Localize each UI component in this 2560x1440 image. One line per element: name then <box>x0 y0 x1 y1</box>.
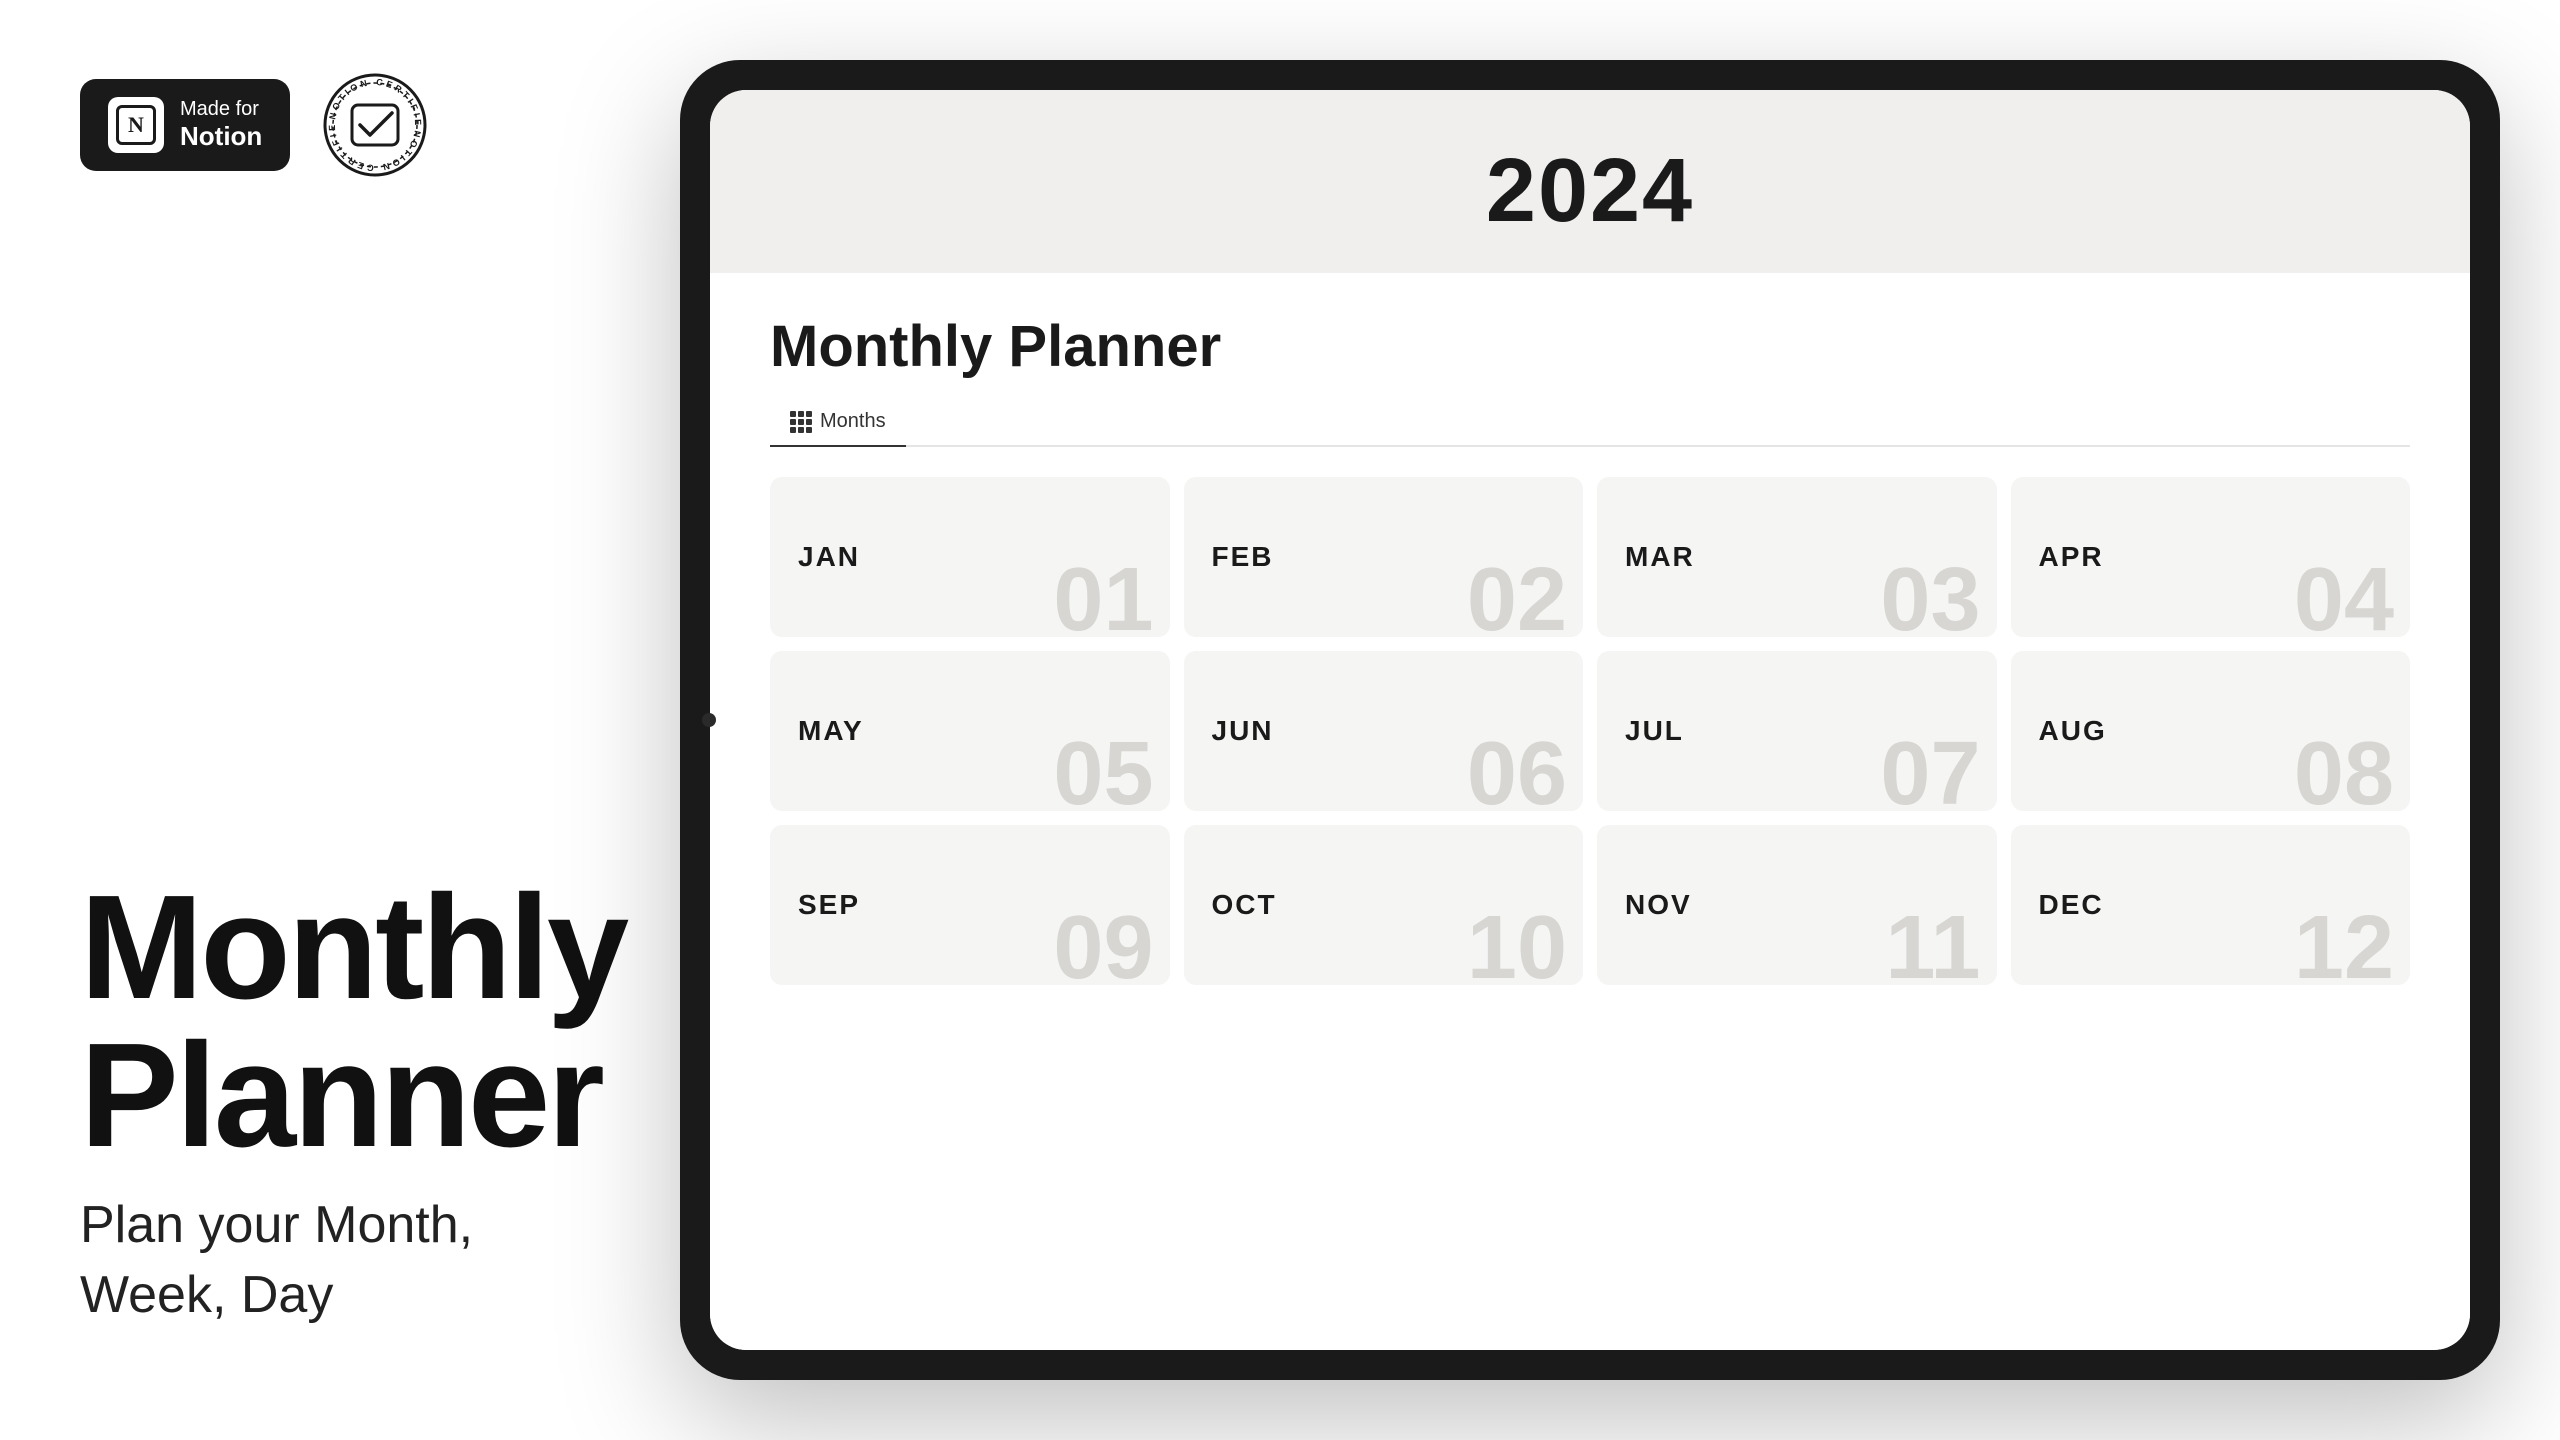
month-name: MAR <box>1625 541 1695 573</box>
year-title: 2024 <box>770 140 2410 243</box>
tablet-camera <box>702 713 716 727</box>
month-number: 11 <box>1885 903 1980 985</box>
month-number: 09 <box>1053 903 1153 985</box>
subtitle: Plan your Month,Week, Day <box>80 1190 580 1330</box>
view-tabs: Months <box>770 400 2410 447</box>
main-title: Monthly Planner Plan your Month,Week, Da… <box>80 874 580 1330</box>
month-card-nov[interactable]: NOV 11 <box>1597 825 1997 985</box>
month-number: 03 <box>1880 555 1980 637</box>
month-number: 12 <box>2294 903 2394 985</box>
month-number: 02 <box>1467 555 1567 637</box>
month-card-aug[interactable]: AUG 08 <box>2011 651 2411 811</box>
month-name: JUL <box>1625 715 1684 747</box>
months-tab-label: Months <box>820 410 886 433</box>
notion-icon: N <box>108 97 164 153</box>
svg-text:NOTION CERTIFIED: NOTION CERTIFIED <box>320 70 423 128</box>
month-number: 06 <box>1467 729 1567 811</box>
tablet-frame: 2024 Monthly Planner Months <box>680 60 2500 1380</box>
month-number: 04 <box>2294 555 2394 637</box>
screen-header: 2024 <box>710 90 2470 273</box>
month-card-jun[interactable]: JUN 06 <box>1184 651 1584 811</box>
made-for-label: Made for <box>180 97 262 121</box>
title-line2: Planner <box>80 1022 580 1170</box>
month-number: 10 <box>1467 903 1567 985</box>
month-name: AUG <box>2039 715 2107 747</box>
right-panel: 2024 Monthly Planner Months <box>660 0 2560 1440</box>
month-name: DEC <box>2039 889 2104 921</box>
notion-label: Notion <box>180 121 262 152</box>
months-grid: JAN 01 FEB 02 MAR 03 APR 04 MAY 05 JUN 0… <box>770 477 2410 985</box>
month-number: 01 <box>1053 555 1153 637</box>
badges-row: N Made for Notion NOTION CE <box>80 70 580 180</box>
planner-title: Monthly Planner <box>770 313 2410 380</box>
month-name: FEB <box>1212 541 1274 573</box>
month-number: 05 <box>1053 729 1153 811</box>
month-card-apr[interactable]: APR 04 <box>2011 477 2411 637</box>
month-number: 08 <box>2294 729 2394 811</box>
month-card-mar[interactable]: MAR 03 <box>1597 477 1997 637</box>
month-name: MAY <box>798 715 864 747</box>
month-card-jan[interactable]: JAN 01 <box>770 477 1170 637</box>
month-card-oct[interactable]: OCT 10 <box>1184 825 1584 985</box>
screen-body: Monthly Planner Months JAN <box>710 273 2470 1350</box>
months-tab[interactable]: Months <box>770 400 906 447</box>
title-line1: Monthly <box>80 874 580 1022</box>
month-name: JUN <box>1212 715 1274 747</box>
month-card-may[interactable]: MAY 05 <box>770 651 1170 811</box>
month-name: SEP <box>798 889 860 921</box>
month-card-jul[interactable]: JUL 07 <box>1597 651 1997 811</box>
made-for-text: Made for Notion <box>180 97 262 152</box>
made-for-notion-badge: N Made for Notion <box>80 79 290 171</box>
month-card-feb[interactable]: FEB 02 <box>1184 477 1584 637</box>
grid-icon <box>790 411 812 433</box>
month-card-dec[interactable]: DEC 12 <box>2011 825 2411 985</box>
month-card-sep[interactable]: SEP 09 <box>770 825 1170 985</box>
month-number: 07 <box>1880 729 1980 811</box>
left-panel: N Made for Notion NOTION CE <box>0 0 660 1440</box>
month-name: OCT <box>1212 889 1277 921</box>
month-name: JAN <box>798 541 860 573</box>
month-name: NOV <box>1625 889 1692 921</box>
month-name: APR <box>2039 541 2104 573</box>
tablet-screen: 2024 Monthly Planner Months <box>710 90 2470 1350</box>
certified-badge: NOTION CERTIFIED NOTION CERTIFIED <box>320 70 430 180</box>
